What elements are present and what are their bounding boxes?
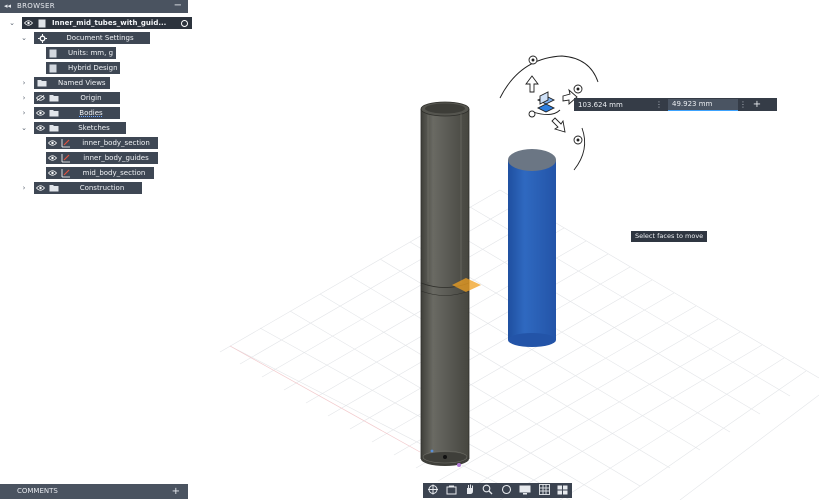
select-faces-tooltip: Select faces to move — [631, 231, 708, 242]
named-views-label: Named Views — [58, 79, 106, 87]
chevron-right-icon[interactable]: › — [20, 92, 28, 104]
document-icon — [37, 18, 47, 28]
comments-bar[interactable]: COMMENTS + — [0, 484, 188, 499]
eye-hidden-icon[interactable] — [34, 92, 46, 104]
viewports-icon[interactable] — [557, 485, 568, 497]
eye-icon[interactable] — [46, 152, 58, 164]
eye-icon[interactable] — [46, 137, 58, 149]
fit-icon[interactable] — [501, 484, 512, 497]
units-label: Units: mm, g — [68, 49, 114, 57]
chevron-down-icon[interactable]: ⌄ — [20, 32, 28, 44]
add-parameter-button[interactable]: + — [750, 99, 764, 110]
sketch-label: mid_body_section — [82, 169, 146, 177]
chevron-right-icon[interactable]: › — [20, 107, 28, 119]
distance-input-1[interactable] — [574, 99, 654, 110]
orbit-icon[interactable] — [427, 484, 439, 497]
eye-icon[interactable] — [34, 122, 46, 134]
navigation-toolbar — [423, 483, 572, 498]
sketches-node[interactable]: Sketches — [34, 122, 126, 134]
folder-icon — [49, 183, 59, 193]
gear-icon — [37, 33, 47, 43]
grid-icon[interactable] — [538, 484, 550, 497]
3d-viewport[interactable] — [0, 0, 819, 500]
sketch-node[interactable]: inner_body_guides — [46, 152, 158, 164]
folder-icon — [37, 78, 47, 88]
move-distance-inputs: ⋮ ⋮ + — [574, 98, 777, 111]
chevron-right-icon[interactable]: › — [20, 182, 28, 194]
zoom-icon[interactable] — [482, 484, 493, 497]
pan-icon[interactable] — [465, 484, 475, 497]
bodies-node[interactable]: Bodies — [34, 107, 120, 119]
sketch-icon — [61, 153, 71, 163]
units-icon — [49, 48, 57, 58]
blue-cylinder-body[interactable] — [508, 149, 556, 347]
chevron-down-icon[interactable]: ⌄ — [8, 17, 16, 29]
folder-icon — [49, 123, 59, 133]
document-settings-label: Document Settings — [66, 34, 134, 42]
browser-title: BROWSER — [17, 2, 55, 10]
distance-input-2[interactable] — [668, 98, 738, 111]
document-settings-node[interactable]: Document Settings — [34, 32, 150, 44]
folder-icon — [49, 108, 59, 118]
root-component-node[interactable]: Inner_mid_tubes_with_guid... — [22, 17, 192, 29]
collapse-panel-icon[interactable]: ◂◂ — [4, 0, 11, 13]
look-at-icon[interactable] — [446, 485, 457, 497]
units-node[interactable]: Units: mm, g — [46, 47, 116, 59]
origin-node[interactable]: Origin — [34, 92, 120, 104]
comments-title: COMMENTS — [17, 487, 58, 495]
eye-icon[interactable] — [34, 107, 46, 119]
eye-icon[interactable] — [22, 17, 34, 29]
eye-icon[interactable] — [46, 167, 58, 179]
sketch-node[interactable]: inner_body_section — [46, 137, 158, 149]
named-views-node[interactable]: Named Views — [34, 77, 110, 89]
display-settings-icon[interactable] — [519, 485, 531, 497]
hybrid-design-label: Hybrid Design — [68, 64, 118, 72]
browser-header: ◂◂ BROWSER − — [0, 0, 188, 13]
sketch-label: inner_body_guides — [83, 154, 149, 162]
add-comment-button[interactable]: + — [172, 484, 180, 499]
hybrid-design-node[interactable]: Hybrid Design — [46, 62, 120, 74]
sketch-icon — [61, 168, 71, 178]
root-component-label: Inner_mid_tubes_with_guid... — [52, 19, 167, 27]
more-options-icon[interactable]: ⋮ — [738, 100, 748, 109]
construction-node[interactable]: Construction — [34, 182, 142, 194]
radio-active-icon[interactable] — [181, 19, 188, 27]
sketches-label: Sketches — [78, 124, 110, 132]
origin-label: Origin — [80, 94, 102, 102]
sketch-label: inner_body_section — [82, 139, 150, 147]
sketch-node[interactable]: mid_body_section — [46, 167, 154, 179]
sketch-icon — [61, 138, 71, 148]
chevron-right-icon[interactable]: › — [20, 77, 28, 89]
bodies-label: Bodies — [79, 109, 103, 117]
construction-label: Construction — [79, 184, 125, 192]
minimize-panel-button[interactable]: − — [174, 0, 182, 12]
eye-icon[interactable] — [34, 182, 46, 194]
more-options-icon[interactable]: ⋮ — [654, 100, 664, 109]
chevron-down-icon[interactable]: ⌄ — [20, 122, 28, 134]
design-icon — [49, 63, 57, 73]
folder-icon — [49, 93, 59, 103]
